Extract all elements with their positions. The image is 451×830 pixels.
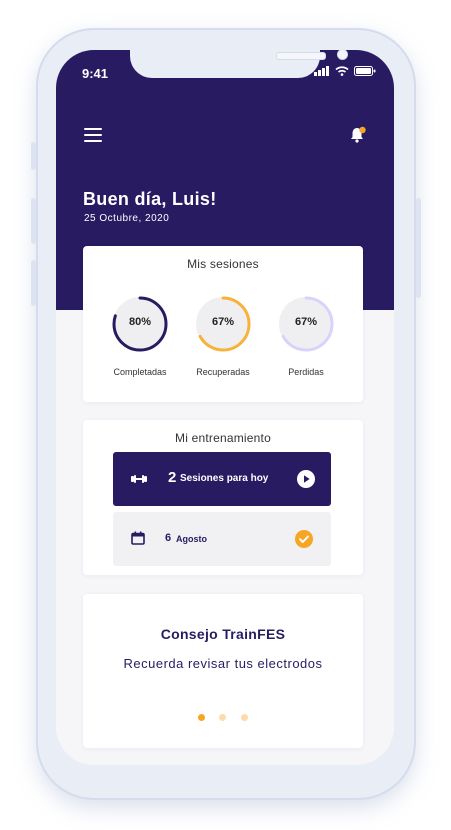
today-sessions-count: 2 xyxy=(168,469,177,486)
phone-notch xyxy=(130,50,348,78)
today-sessions-label: Sesiones para hoy xyxy=(180,473,269,484)
tip-title: Consejo TrainFES xyxy=(160,626,286,642)
wifi-icon xyxy=(335,66,349,76)
app-screen: 9:41 Buen día, Luis! 25 Octubre, 2020 Mi… xyxy=(56,50,394,765)
calendar-icon xyxy=(131,531,145,545)
next-session-month: Agosto xyxy=(176,534,207,544)
ring-value: 80% xyxy=(128,316,152,328)
current-date: 25 Octubre, 2020 xyxy=(84,213,170,224)
menu-icon[interactable] xyxy=(84,128,102,142)
check-circle-icon xyxy=(295,530,313,548)
tip-card: Consejo TrainFES Recuerda revisar tus el… xyxy=(83,594,363,748)
pager-dot[interactable] xyxy=(198,714,205,721)
status-time: 9:41 xyxy=(82,66,109,81)
speaker xyxy=(276,52,326,60)
notification-bell-icon[interactable] xyxy=(348,125,368,145)
sessions-title: Mis sesiones xyxy=(187,257,259,271)
next-session-day: 6 xyxy=(165,532,172,544)
phone-side-button xyxy=(416,198,421,298)
next-session-row[interactable]: 6 Agosto xyxy=(113,512,331,566)
pager-dot[interactable] xyxy=(219,714,226,721)
pager-dot[interactable] xyxy=(241,714,248,721)
greeting: Buen día, Luis! xyxy=(83,189,217,209)
tip-text: Recuerda revisar tus electrodos xyxy=(123,656,323,671)
ring-label: Perdidas xyxy=(288,367,324,377)
phone-side-button xyxy=(31,198,36,244)
phone-side-button xyxy=(31,260,36,306)
training-card: Mi entrenamiento 2 Sesiones para hoy 6 A… xyxy=(83,420,363,575)
ring-value: 67% xyxy=(294,316,318,328)
status-icons xyxy=(314,66,376,76)
today-sessions-button[interactable]: 2 Sesiones para hoy xyxy=(113,452,331,506)
ring-label: Recuperadas xyxy=(196,367,250,377)
ring-value: 67% xyxy=(211,316,235,328)
phone-side-button xyxy=(31,142,36,170)
play-icon[interactable] xyxy=(297,470,315,488)
sessions-card: Mis sesiones 80% Completadas 67% Recuper… xyxy=(83,246,363,402)
ring-label: Completadas xyxy=(113,367,167,377)
training-title: Mi entrenamiento xyxy=(175,431,271,445)
battery-icon xyxy=(354,66,376,76)
dumbbell-icon xyxy=(131,475,147,483)
